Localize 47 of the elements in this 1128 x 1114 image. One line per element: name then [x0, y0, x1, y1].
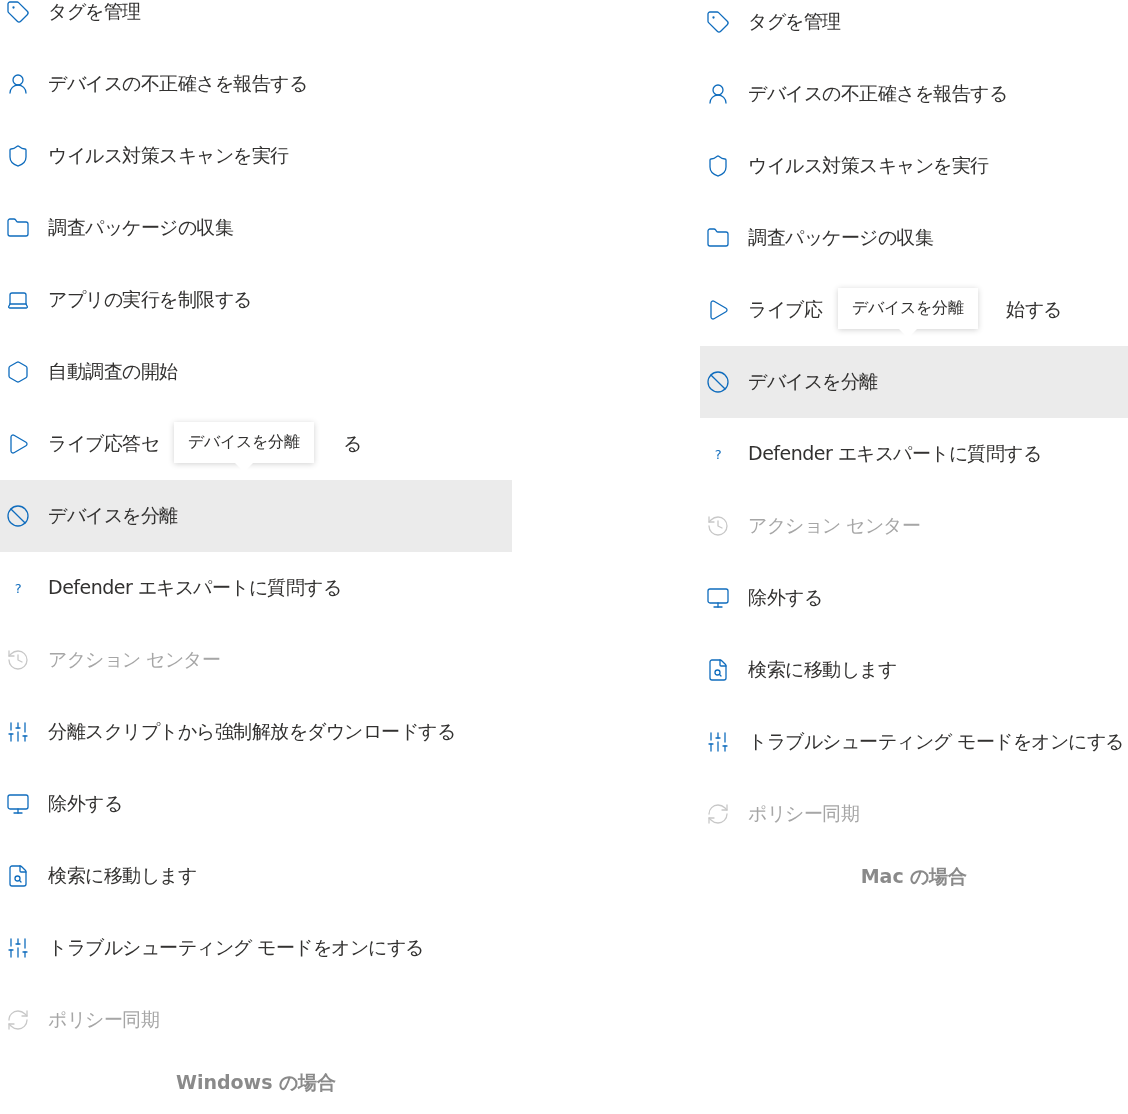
shield-icon — [6, 144, 30, 168]
menu-item[interactable]: タグを管理 — [0, 0, 512, 48]
hexagon-icon — [6, 360, 30, 384]
menu-item[interactable]: 除外する — [700, 562, 1128, 634]
menu-item[interactable]: 検索に移動します — [0, 840, 512, 912]
menu-item[interactable]: ? Defender エキスパートに質問する — [0, 552, 512, 624]
file-search-icon — [706, 658, 730, 682]
menu-item[interactable]: デバイスの不正確さを報告する — [700, 58, 1128, 130]
block-icon — [6, 504, 30, 528]
tag-icon — [706, 10, 730, 34]
menu-item[interactable]: 調査パッケージの収集 — [0, 192, 512, 264]
menu-item[interactable]: 除外する — [0, 768, 512, 840]
history-icon — [6, 648, 30, 672]
menu-item[interactable]: 自動調査の開始 — [0, 336, 512, 408]
menu-item[interactable]: ? Defender エキスパートに質問する — [700, 418, 1128, 490]
menu-item[interactable]: トラブルシューティング モードをオンにする — [0, 912, 512, 984]
menu-item[interactable]: ウイルス対策スキャンを実行 — [0, 120, 512, 192]
menu-item[interactable]: アプリの実行を制限する — [0, 264, 512, 336]
person-icon — [6, 72, 30, 96]
block-icon — [706, 370, 730, 394]
history-icon — [706, 514, 730, 538]
menu-item[interactable]: ウイルス対策スキャンを実行 — [700, 130, 1128, 202]
refresh-icon — [6, 1008, 30, 1032]
help-glyph: ? — [13, 580, 23, 596]
menu-item[interactable]: 調査パッケージの収集 — [700, 202, 1128, 274]
file-search-icon — [6, 864, 30, 888]
caption: Mac の場合 — [859, 864, 969, 889]
help-glyph: ? — [713, 446, 723, 462]
menu-item[interactable]: 検索に移動します — [700, 634, 1128, 706]
folder-icon — [6, 216, 30, 240]
tag-icon — [6, 0, 30, 24]
sliders-icon — [706, 730, 730, 754]
sliders-icon — [6, 720, 30, 744]
refresh-icon — [706, 802, 730, 826]
sliders-icon — [6, 936, 30, 960]
monitor-icon — [706, 586, 730, 610]
person-icon — [706, 82, 730, 106]
menu-item[interactable]: トラブルシューティング モードをオンにする — [700, 706, 1128, 778]
menu-item[interactable]: デバイスを分離 — [700, 346, 1128, 418]
menu-item[interactable]: デバイスを分離 — [0, 480, 512, 552]
menu-item[interactable]: タグを管理 — [700, 0, 1128, 58]
folder-icon — [706, 226, 730, 250]
shield-icon — [706, 154, 730, 178]
menu-item[interactable]: デバイスの不正確さを報告する — [0, 48, 512, 120]
caption: Windows の場合 — [174, 1070, 338, 1095]
menu-item[interactable]: 分離スクリプトから強制解放をダウンロードする — [0, 696, 512, 768]
monitor-icon — [6, 792, 30, 816]
